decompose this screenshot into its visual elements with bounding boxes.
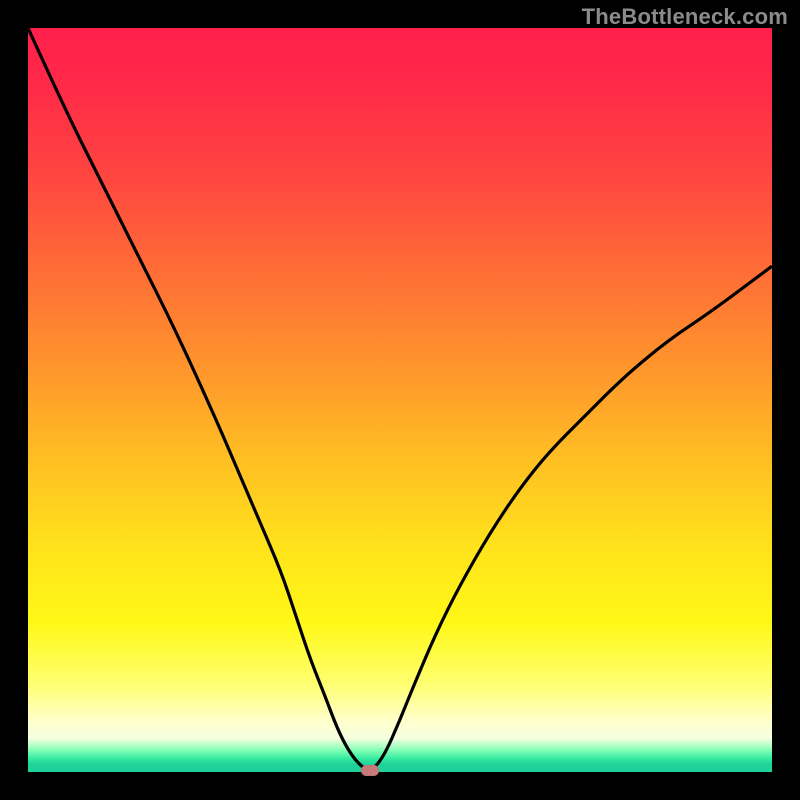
curve-path [28,28,772,770]
watermark-text: TheBottleneck.com [582,4,788,30]
min-marker [361,765,379,776]
chart-frame: TheBottleneck.com [0,0,800,800]
plot-area [28,28,772,772]
bottleneck-curve [28,28,772,772]
